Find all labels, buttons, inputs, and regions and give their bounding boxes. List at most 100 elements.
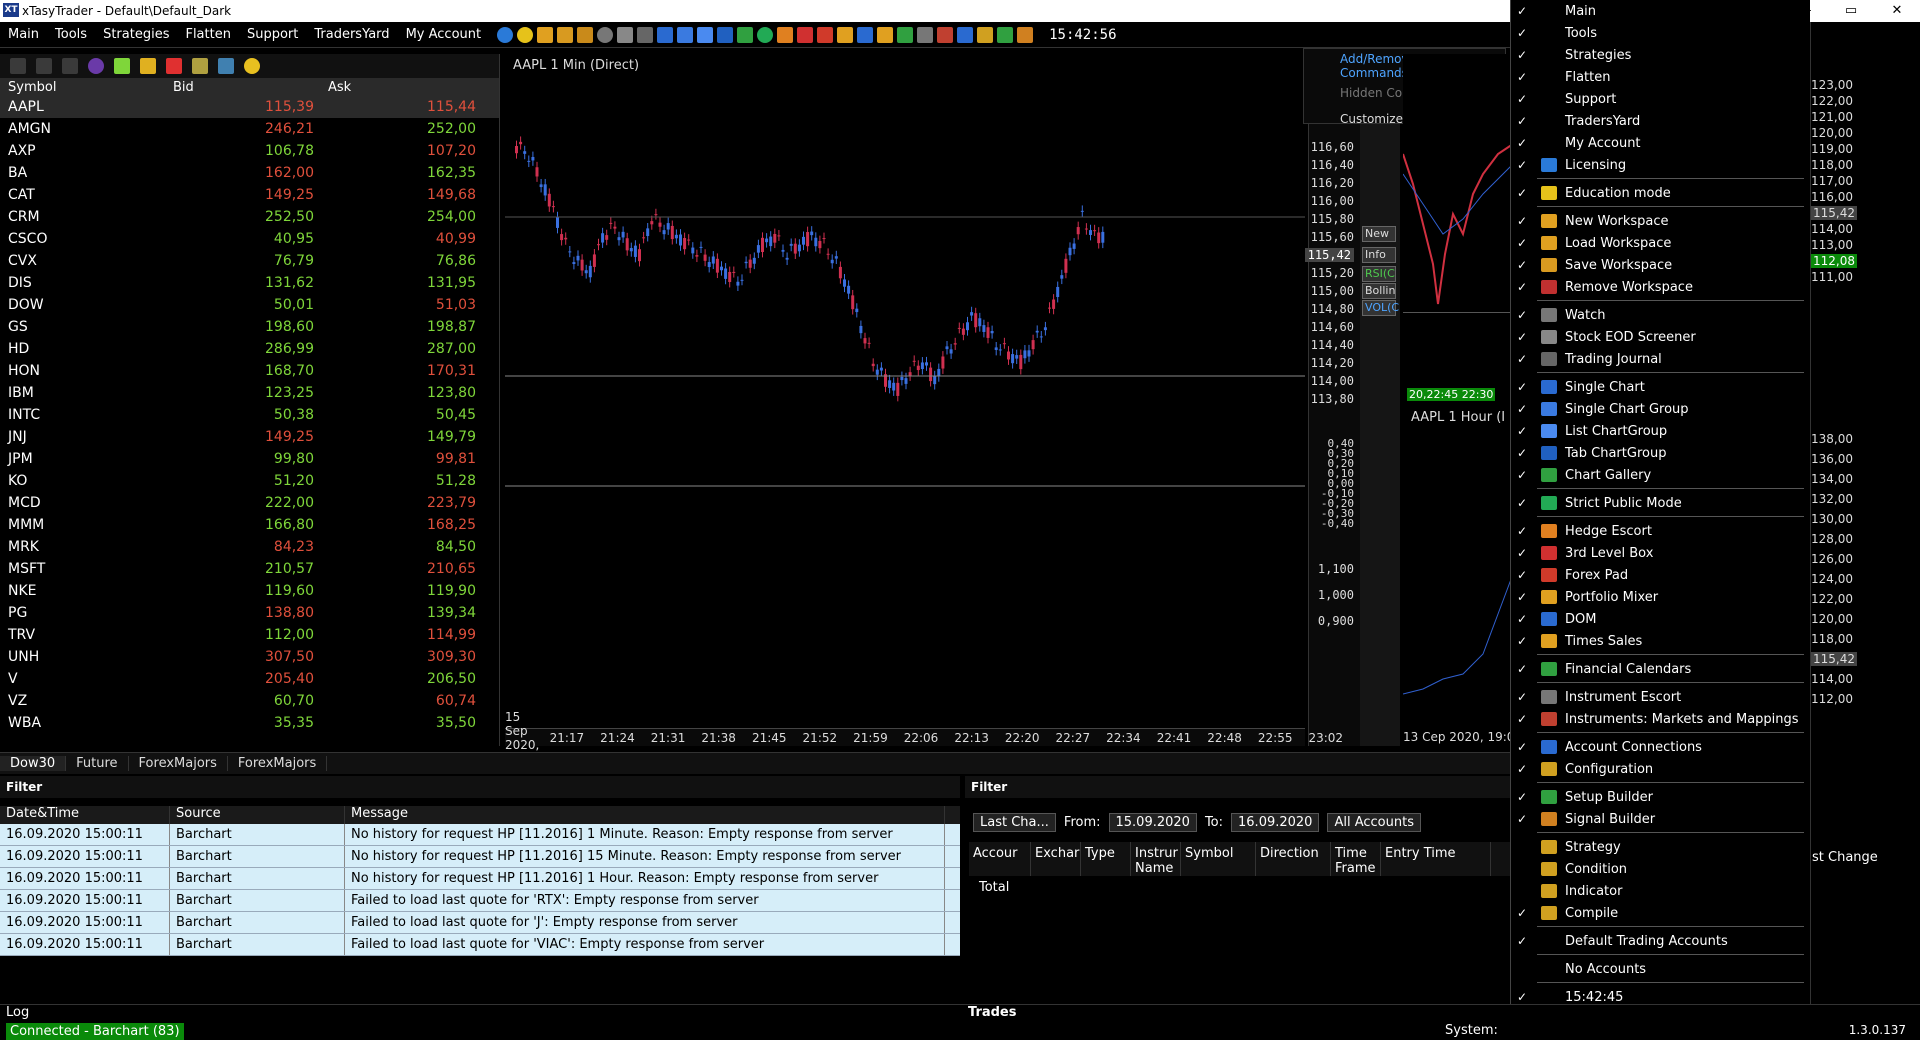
watchlist-row[interactable]: IBM 123,25 123,80 (0, 382, 499, 404)
watchlist-row[interactable]: BA 162,00 162,35 (0, 162, 499, 184)
strict-public-icon[interactable] (757, 26, 774, 43)
delete-icon[interactable] (166, 58, 182, 74)
configuration-icon[interactable] (977, 26, 994, 43)
col-account[interactable]: Accour (969, 842, 1031, 876)
portfolio-mixer-icon[interactable] (837, 26, 854, 43)
to-date-input[interactable]: 16.09.2020 (1231, 812, 1320, 832)
tab-forexmajors[interactable]: ForexMajors (129, 756, 228, 771)
menu-item-list-chartgroup[interactable]: ✓ List ChartGroup (1511, 420, 1810, 442)
menu-item-watch[interactable]: ✓ Watch (1511, 304, 1810, 326)
menu-item-configuration[interactable]: ✓ Configuration (1511, 758, 1810, 780)
col-time-frame[interactable]: Time Frame (1331, 842, 1381, 876)
save-workspace-icon[interactable] (577, 26, 594, 43)
trades-tab[interactable]: Trades (968, 1005, 1016, 1020)
markets-mappings-icon[interactable] (937, 26, 954, 43)
menu-item-single-chart-group[interactable]: ✓ Single Chart Group (1511, 398, 1810, 420)
watchlist-row[interactable]: HON 168,70 170,31 (0, 360, 499, 382)
hedge-escort-icon[interactable] (777, 26, 794, 43)
menu-tradersyard[interactable]: TradersYard (306, 27, 397, 42)
new-workspace-icon[interactable] (537, 26, 554, 43)
add-icon[interactable] (114, 58, 130, 74)
col-symbol[interactable]: Symbol (0, 80, 165, 95)
menu-item-my-account[interactable]: ✓ My Account (1511, 132, 1810, 154)
menu-item-portfolio-mixer[interactable]: ✓ Portfolio Mixer (1511, 586, 1810, 608)
instrument-escort-icon[interactable] (917, 26, 934, 43)
watchlist-row[interactable]: MCD 222,00 223,79 (0, 492, 499, 514)
menu-item-save-workspace[interactable]: ✓ Save Workspace (1511, 254, 1810, 276)
menu-item-single-chart[interactable]: ✓ Single Chart (1511, 376, 1810, 398)
watchlist-row[interactable]: GS 198,60 198,87 (0, 316, 499, 338)
col-symbol[interactable]: Symbol (1181, 842, 1256, 876)
menu-item-tradersyard[interactable]: ✓ TradersYard (1511, 110, 1810, 132)
menu-item-load-workspace[interactable]: ✓ Load Workspace (1511, 232, 1810, 254)
chart-icon[interactable] (36, 58, 52, 74)
menu-item-education-mode[interactable]: ✓ Education mode (1511, 182, 1810, 204)
load-workspace-icon[interactable] (557, 26, 574, 43)
menu-item-strategy[interactable]: Strategy (1511, 836, 1810, 858)
watchlist-row[interactable]: V 205,40 206,50 (0, 668, 499, 690)
col-direction[interactable]: Direction (1256, 842, 1331, 876)
watchlist-row[interactable]: TRV 112,00 114,99 (0, 624, 499, 646)
tab-dow30[interactable]: Dow30 (0, 756, 67, 771)
watchlist-row[interactable]: JNJ 149,25 149,79 (0, 426, 499, 448)
forex-pad-icon[interactable] (817, 26, 834, 43)
candlestick-plot[interactable] (505, 54, 1305, 746)
dom-icon[interactable] (857, 26, 874, 43)
watchlist-row[interactable]: CSCO 40,95 40,99 (0, 228, 499, 250)
menu-item-tab-chartgroup[interactable]: ✓ Tab ChartGroup (1511, 442, 1810, 464)
col-datetime[interactable]: Date&Time (0, 806, 170, 824)
menu-item-instrument-escort[interactable]: ✓ Instrument Escort (1511, 686, 1810, 708)
menu-item-compile[interactable]: ✓ Compile (1511, 902, 1810, 924)
setup-builder-icon[interactable] (997, 26, 1014, 43)
watchlist-row[interactable]: DIS 131,62 131,95 (0, 272, 499, 294)
volume-button[interactable]: VOL(C (1362, 300, 1399, 316)
col-bid[interactable]: Bid (165, 80, 320, 95)
menu-item-strategies[interactable]: ✓ Strategies (1511, 44, 1810, 66)
watchlist-row[interactable]: UNH 307,50 309,30 (0, 646, 499, 668)
journal-icon[interactable] (637, 26, 654, 43)
col-exchange[interactable]: Exchar (1031, 842, 1081, 876)
menu-support[interactable]: Support (239, 27, 306, 42)
watchlist-row[interactable]: CRM 252,50 254,00 (0, 206, 499, 228)
education-mode-icon[interactable] (517, 26, 534, 43)
watchlist-row[interactable]: MSFT 210,57 210,65 (0, 558, 499, 580)
tab-forexmajors-2[interactable]: ForexMajors (228, 756, 328, 771)
log-row[interactable]: 16.09.2020 15:00:11 Barchart Failed to loa… (0, 934, 960, 956)
menu-item-hedge-escort[interactable]: ✓ Hedge Escort (1511, 520, 1810, 542)
menu-item-licensing[interactable]: ✓ Licensing (1511, 154, 1810, 176)
col-instrument-name[interactable]: Instrur Name (1131, 842, 1181, 876)
watchlist-row[interactable]: DOW 50,01 51,03 (0, 294, 499, 316)
watchlist-row[interactable]: MRK 84,23 84,50 (0, 536, 499, 558)
log-row[interactable]: 16.09.2020 15:00:11 Barchart No history fo… (0, 824, 960, 846)
menu-item-strict-public-mode[interactable]: ✓ Strict Public Mode (1511, 492, 1810, 514)
menu-item-financial-calendars[interactable]: ✓ Financial Calendars (1511, 658, 1810, 680)
columns-icon[interactable] (192, 58, 208, 74)
menu-item-condition[interactable]: Condition (1511, 858, 1810, 880)
menu-tools[interactable]: Tools (47, 27, 95, 42)
sort-icon[interactable] (218, 58, 234, 74)
menu-item-main[interactable]: ✓ Main (1511, 0, 1810, 22)
col-source[interactable]: Source (170, 806, 345, 824)
watchlist-row[interactable]: CVX 76,79 76,86 (0, 250, 499, 272)
menu-my-account[interactable]: My Account (398, 27, 490, 42)
menu-item-flatten[interactable]: ✓ Flatten (1511, 66, 1810, 88)
chart-gallery-icon[interactable] (737, 26, 754, 43)
log-row[interactable]: 16.09.2020 15:00:11 Barchart No history fo… (0, 868, 960, 890)
financial-calendar-icon[interactable] (897, 26, 914, 43)
menu-main[interactable]: Main (0, 27, 47, 42)
bollinger-button[interactable]: Bollin (1362, 283, 1396, 299)
rsi-button[interactable]: RSI(C (1362, 266, 1396, 282)
watchlist-row[interactable]: NKE 119,60 119,90 (0, 580, 499, 602)
tab-future[interactable]: Future (66, 756, 129, 771)
close-button[interactable]: ✕ (1874, 0, 1920, 22)
account-connections-icon[interactable] (957, 26, 974, 43)
aapl-1hour-chart[interactable]: 20,22:45 22:30 AAPL 1 Hour (I 13 Cep 202… (1403, 54, 1514, 746)
col-entry-time[interactable]: Entry Time (1381, 842, 1491, 876)
menu-item-default-trading-accounts[interactable]: ✓ Default Trading Accounts (1511, 930, 1810, 952)
menu-item-trading-journal[interactable]: ✓ Trading Journal (1511, 348, 1810, 370)
remove-icon[interactable] (140, 58, 156, 74)
menu-item-times-sales[interactable]: ✓ Times Sales (1511, 630, 1810, 652)
menu-strategies[interactable]: Strategies (95, 27, 177, 42)
last-change-select[interactable]: Last Cha... (973, 812, 1056, 832)
watchlist-row[interactable]: AAPL 115,39 115,44 (0, 96, 499, 118)
